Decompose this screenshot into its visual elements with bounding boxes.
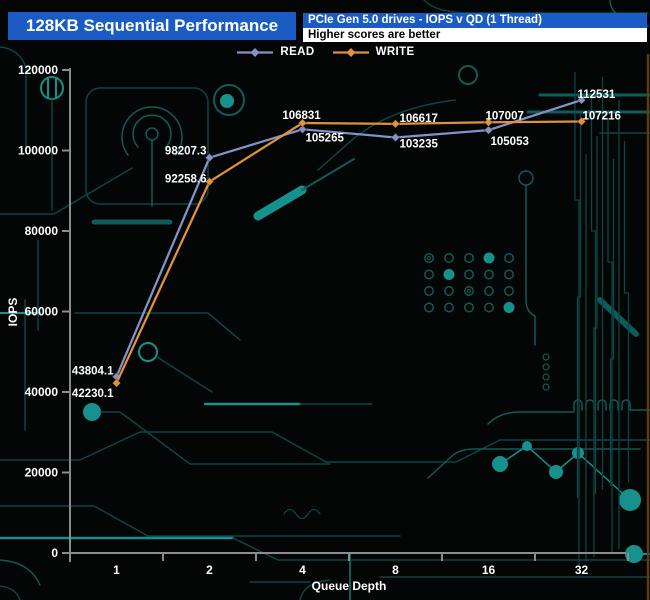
data-label: 106831 [282, 110, 321, 122]
chart-header-right: PCIe Gen 5.0 drives - IOPS v QD (1 Threa… [303, 13, 647, 42]
data-label: 105053 [491, 136, 529, 148]
chart-canvas: 128KB Sequential Performance PCIe Gen 5.… [0, 0, 650, 600]
data-point-marker [111, 378, 122, 388]
y-tick-label: 120000 [18, 63, 58, 77]
data-point-marker [204, 152, 215, 163]
y-tick-label: 0 [51, 546, 58, 560]
data-label: 107007 [486, 110, 524, 122]
legend-item-read: READ [235, 46, 314, 58]
data-label: 112531 [578, 89, 616, 101]
plot-area: 0 20000 40000 60000 80000 100000 120000 1 2 4 8 16 3… [6, 63, 629, 593]
data-label: 105265 [306, 132, 345, 144]
x-axis-title: Queue Depth [312, 579, 387, 593]
y-tick-label: 80000 [25, 224, 59, 238]
chart-note-bar: Higher scores are better [303, 28, 647, 42]
x-tick-label: 8 [392, 563, 399, 577]
y-tick-label: 40000 [25, 385, 59, 399]
data-label: 42230.1 [72, 388, 114, 400]
data-label: 43804.1 [72, 366, 114, 378]
legend-label: READ [280, 46, 315, 58]
x-tick-label: 4 [299, 563, 306, 577]
chart-title-bar: 128KB Sequential Performance [8, 12, 296, 40]
y-tick-label: 60000 [25, 305, 59, 319]
data-point-marker [483, 125, 494, 135]
data-label: 98207.3 [165, 146, 207, 158]
legend-marker-write-icon [332, 47, 369, 57]
write-data-labels: 42230.1 92258.6 106831 106617 107007 107216 [72, 110, 621, 400]
x-tick-label: 32 [575, 563, 589, 577]
x-tick-label: 16 [482, 563, 496, 577]
x-tick-label: 2 [206, 563, 213, 577]
data-label: 107216 [583, 110, 621, 122]
y-tick-label: 20000 [25, 466, 59, 480]
y-axis-title: IOPS [6, 298, 20, 327]
chart-title: 128KB Sequential Performance [25, 16, 279, 35]
x-tick-label: 1 [113, 563, 120, 577]
legend-label: WRITE [375, 46, 415, 58]
legend-marker-read-icon [237, 47, 274, 57]
legend: READ WRITE [0, 46, 650, 58]
chart-note: Higher scores are better [308, 29, 441, 41]
data-label: 103235 [400, 138, 439, 150]
data-label: 92258.6 [165, 174, 207, 186]
data-point-marker [390, 119, 401, 129]
write-series [111, 116, 587, 388]
chart-subtitle-bar: PCIe Gen 5.0 drives - IOPS v QD (1 Threa… [303, 13, 647, 28]
legend-item-write: WRITE [331, 46, 415, 58]
data-point-marker [390, 132, 401, 143]
y-tick-label: 100000 [18, 144, 58, 158]
chart-subtitle: PCIe Gen 5.0 drives - IOPS v QD (1 Threa… [308, 14, 542, 26]
data-label: 106617 [400, 113, 438, 125]
